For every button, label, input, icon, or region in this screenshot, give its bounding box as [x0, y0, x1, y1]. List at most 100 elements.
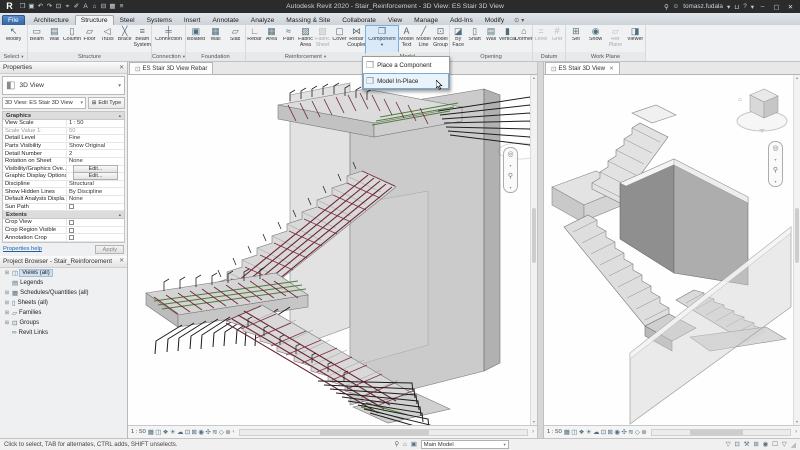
expand-icon[interactable]: ⊞ [4, 290, 10, 296]
slab-button[interactable]: ▱Slab [225, 26, 245, 52]
crop-region-icon[interactable]: ⊠ [192, 429, 197, 436]
floor-button[interactable]: ▱Floor [81, 26, 99, 52]
lock-3d-view-icon[interactable]: ◉ [198, 429, 204, 436]
crop-region-icon[interactable]: ⊠ [608, 429, 613, 436]
edit-in-place-icon[interactable]: ⊡ [734, 441, 739, 448]
redo-icon[interactable]: ↷ [45, 2, 54, 10]
tab-steel[interactable]: Steel [114, 15, 141, 25]
property-value[interactable]: 2 [67, 151, 124, 157]
tag-icon[interactable]: ✐ [72, 2, 81, 10]
set-button[interactable]: ⊞Set [566, 26, 586, 52]
model-line-button[interactable]: ╱Model Line [415, 26, 432, 52]
exclude-options-icon[interactable]: ▽ [726, 441, 731, 448]
analytical-model-icon[interactable]: ◇ [635, 429, 640, 436]
zoom-icon[interactable]: ⚲ [508, 172, 513, 180]
truss-button[interactable]: ◁Truss [98, 26, 116, 52]
panel-label-select[interactable]: Select▾ [0, 52, 27, 61]
column-button[interactable]: ▯Column [63, 26, 81, 52]
menu-item-place-a-component[interactable]: ❒ Place a Component [363, 57, 449, 73]
open-icon[interactable]: ❒ [18, 2, 27, 10]
select-links-icon[interactable]: ⊞ [753, 441, 758, 448]
save-icon[interactable]: ▣ [27, 2, 36, 10]
view-tab-rebar[interactable]: ⊡ES Stair 3D View Rebar [129, 62, 213, 74]
scale-button[interactable]: 1 : 50 [547, 429, 562, 435]
area-button[interactable]: ▦Area [263, 26, 280, 52]
tab-manage[interactable]: Manage [408, 15, 444, 25]
analytical-model-icon[interactable]: ◇ [219, 429, 224, 436]
panel-label-connection[interactable]: Connection▾ [152, 52, 185, 61]
tab-analyze[interactable]: Analyze [245, 15, 280, 25]
render-icon[interactable]: ☁ [593, 429, 599, 436]
editing-requests-icon[interactable]: ⌂ [403, 441, 407, 448]
constraints-icon[interactable]: ⊕ [225, 429, 230, 436]
browser-item-groups[interactable]: ⊞⊡Groups [0, 318, 127, 328]
tab-modify[interactable]: Modify [479, 15, 510, 25]
rebar-coupler-button[interactable]: ⋈Rebar Coupler [348, 26, 365, 52]
crop-view-icon[interactable]: ⊡ [185, 429, 190, 436]
tab-view[interactable]: View [382, 15, 408, 25]
expand-icon[interactable]: ⊞ [4, 300, 10, 306]
scrollbar-thumb[interactable] [690, 430, 743, 435]
wall-foundation-button[interactable]: ▦Wall [206, 26, 226, 52]
close-tab-icon[interactable]: ✕ [609, 66, 614, 72]
section-extents[interactable]: Extents▴ [3, 211, 124, 219]
cover-button[interactable]: ▢Cover [331, 26, 348, 52]
sun-path-checkbox[interactable] [69, 204, 74, 209]
caret-down-icon[interactable]: ▾ [774, 157, 776, 162]
zoom-icon[interactable]: ⚲ [773, 166, 778, 174]
view-selector-combo[interactable]: 3D View: ES Stair 3D View▾ [2, 97, 86, 109]
crop-view-checkbox[interactable] [69, 220, 74, 225]
beam-button[interactable]: ▭Beam [28, 26, 46, 52]
close-icon[interactable]: ✕ [119, 65, 124, 71]
tab-annotate[interactable]: Annotate [206, 15, 244, 25]
shadows-icon[interactable]: ☀ [586, 429, 592, 436]
path-button[interactable]: ≈Path [280, 26, 297, 52]
shaft-button[interactable]: ▯Shaft [466, 26, 482, 52]
visual-style-icon[interactable]: ◫ [155, 429, 161, 436]
reveal-hidden-icon[interactable]: ≋ [628, 429, 633, 436]
property-value[interactable]: Show Original [67, 143, 124, 149]
browser-item-sheets[interactable]: ⊞▯Sheets (all) [0, 298, 127, 308]
thin-lines-icon[interactable]: ▦ [108, 2, 117, 10]
view-tab-plain[interactable]: ⊡ES Stair 3D View✕ [545, 62, 620, 74]
modify-button[interactable]: ↖Modify [0, 26, 27, 52]
scrollbar-thumb[interactable] [532, 208, 536, 263]
model-canvas-plain[interactable]: ⌂ ◎▾⚲▾ [544, 75, 793, 425]
render-icon[interactable]: ☁ [177, 429, 183, 436]
app-store-icon[interactable]: ⊔ [734, 3, 739, 11]
properties-help-link[interactable]: Properties help [3, 246, 42, 252]
maximize-button[interactable]: ▢ [771, 3, 782, 11]
component-button[interactable]: ❒Component▾ [366, 26, 398, 52]
detail-level-icon[interactable]: ▦ [564, 429, 570, 436]
help-caret-icon[interactable]: ▾ [751, 3, 754, 11]
horizontal-scrollbar[interactable] [239, 429, 528, 436]
panel-label-reinforcement[interactable]: Reinforcement▾ [246, 52, 365, 61]
scrollbar-thumb[interactable] [795, 208, 799, 263]
browser-item-views[interactable]: ⊞◫Views (all) [0, 268, 127, 278]
browser-item-schedules[interactable]: ⊞▦Schedules/Quantities (all) [0, 288, 127, 298]
reveal-hidden-icon[interactable]: ≋ [212, 429, 217, 436]
caret-down-icon[interactable]: ▾ [774, 179, 776, 184]
undo-icon[interactable]: ↶ [36, 2, 45, 10]
tab-addins[interactable]: Add-Ins [444, 15, 479, 25]
worksets-icon[interactable]: ⚲ [394, 441, 399, 448]
browser-item-legends[interactable]: ▤Legends [0, 278, 127, 288]
visual-style-icon[interactable]: ◫ [571, 429, 577, 436]
expand-icon[interactable]: ⊞ [4, 320, 10, 326]
expand-icon[interactable]: ⊞ [4, 310, 10, 316]
browser-item-families[interactable]: ⊞▱Families [0, 308, 127, 318]
username[interactable]: tomasz.fudala [683, 3, 723, 10]
navigation-bar[interactable]: ◎▾⚲▾ [503, 147, 518, 193]
search-icon[interactable]: ⚲ [664, 3, 669, 11]
text-icon[interactable]: A [81, 3, 90, 10]
section-icon[interactable]: ⊟ [99, 2, 108, 10]
steering-wheel-icon[interactable]: ◎ [507, 150, 513, 158]
temporary-hide-icon[interactable]: ✣ [205, 429, 210, 436]
user-caret-icon[interactable]: ▾ [727, 3, 730, 11]
tab-massing-site[interactable]: Massing & Site [280, 15, 336, 25]
design-options-icon[interactable]: ▣ [411, 441, 417, 448]
tab-architecture[interactable]: Architecture [28, 15, 75, 25]
type-selector[interactable]: ◧3D View▾ [2, 76, 125, 95]
model-canvas-rebar[interactable]: ◎▾⚲▾ [128, 75, 530, 425]
sun-path-icon[interactable]: ❖ [579, 429, 585, 436]
